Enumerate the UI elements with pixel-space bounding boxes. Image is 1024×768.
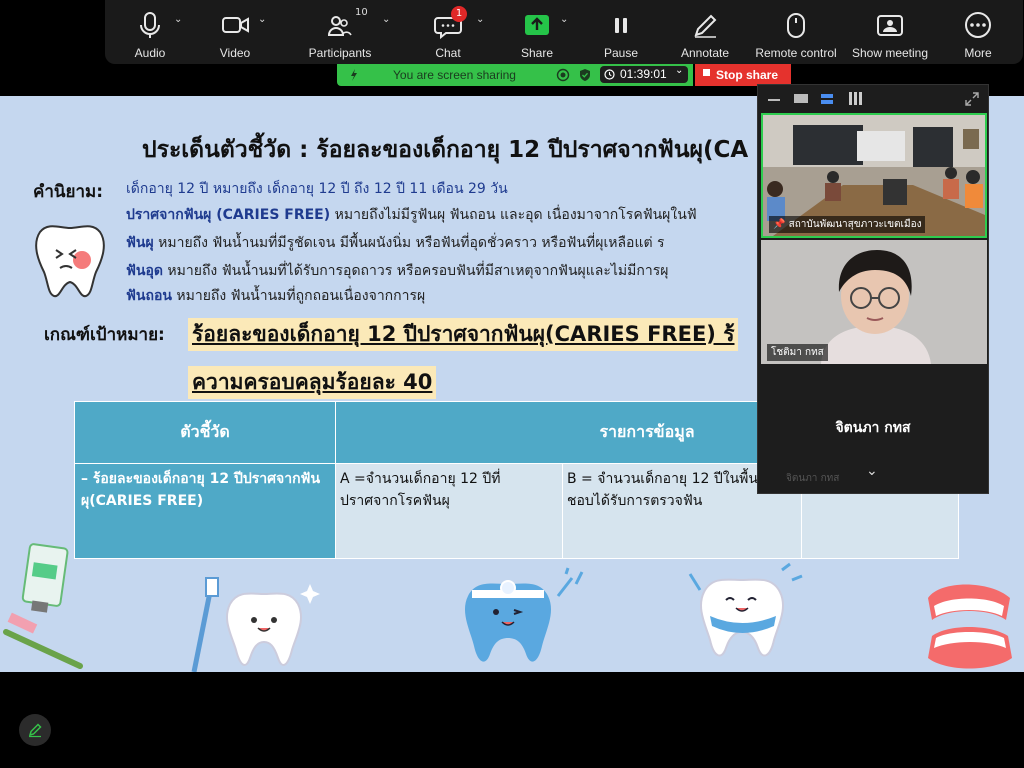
def-term-5: ฟันถอน — [126, 288, 172, 304]
tooth-with-brush-illustration — [191, 577, 320, 672]
video-button[interactable]: Video — [208, 6, 262, 62]
pause-label: Pause — [603, 46, 639, 60]
def-text-3: หมายถึง ฟันน้ำนมที่มีรูชัดเจน มีพื้นผนัง… — [153, 235, 665, 251]
drag-handle-icon[interactable] — [347, 68, 361, 82]
annotate-button[interactable]: Annotate — [675, 6, 735, 62]
def-text-5: หมายถึง ฟันน้ำนมที่ถูกถอนเนื่องจากการผุ — [171, 288, 426, 304]
hidden-participant-name: จิตนภา กทส — [786, 473, 840, 484]
participants-label: Participants — [308, 46, 372, 60]
annotate-label: Annotate — [680, 46, 730, 60]
table-cell-indicator: – ร้อยละของเด็กอายุ 12 ปีปราศจากฟันผุ(CA… — [74, 463, 336, 559]
screen-sharing-status: You are screen sharing — [393, 68, 516, 82]
standard-view-icon[interactable] — [821, 94, 833, 104]
dentures-illustration — [928, 584, 1012, 669]
def-text-1: เด็กอายุ 12 ปี ถึง 12 ปี 11 เดือน 29 วัน — [267, 181, 508, 197]
target-line-2: ความครอบคลุมร้อยละ 40 — [188, 366, 437, 399]
meeting-timer[interactable]: 01:39:01 ⌄ — [600, 65, 688, 83]
participants-count: 10 — [355, 7, 368, 18]
target-label: เกณฑ์เป้าหมาย: — [44, 325, 165, 345]
def-term-3: ฟันผุ — [126, 235, 154, 251]
chat-button[interactable]: 1 Chat — [421, 6, 475, 62]
more-label: More — [964, 46, 992, 60]
pencil-icon — [694, 14, 717, 38]
def-term-4: ฟันอุด — [126, 263, 163, 279]
definition-label: คำนิยาม: — [33, 182, 104, 202]
pause-icon — [615, 18, 627, 33]
show-meeting-icon — [877, 15, 903, 36]
more-button[interactable]: More — [951, 6, 1005, 62]
pause-button[interactable]: Pause — [593, 6, 649, 62]
chat-label: Chat — [435, 46, 461, 60]
video-gallery-panel[interactable]: 📌 สถาบันพัฒนาสุขภาวะเขตเมือง โชติมา กทส … — [757, 84, 989, 494]
participants-button[interactable]: 10 Participants — [305, 6, 375, 62]
table-cell-a: A =จำนวนเด็กอายุ 12 ปีที่ปราศจากโรคฟันผุ — [335, 463, 563, 559]
video-options-caret[interactable]: ⌄ — [258, 14, 266, 25]
video-label: Video — [219, 46, 251, 60]
happy-tooth-illustration — [688, 562, 803, 657]
toothpaste-toothbrush-illustration — [3, 543, 83, 669]
definition-line-5: ฟันถอน หมายถึง ฟันน้ำนมที่ถูกถอนเนื่องจา… — [126, 285, 425, 307]
pencil-icon — [28, 723, 42, 738]
table-header-indicator: ตัวชี้วัด — [74, 401, 336, 464]
timer-value: 01:39:01 — [620, 67, 667, 81]
show-meeting-button[interactable]: Show meeting — [848, 6, 932, 62]
slide-title: ประเด็นตัวชี้วัด : ร้อยละของเด็กอายุ 12 … — [142, 137, 749, 163]
video-camera-icon — [222, 17, 249, 33]
remote-control-button[interactable]: Remote control — [751, 6, 841, 62]
share-button[interactable]: Share — [509, 6, 565, 62]
def-text-4: หมายถึง ฟันน้ำนมที่ได้รับการอุดถาวร หรือ… — [162, 263, 669, 279]
share-options-caret[interactable]: ⌄ — [560, 14, 568, 25]
def-term-2: ปราศจากฟันผุ (CARIES FREE) — [126, 207, 331, 223]
audio-button[interactable]: Audio — [123, 6, 177, 62]
definition-line-3: ฟันผุ หมายถึง ฟันน้ำนมที่มีรูชัดเจน มีพื… — [126, 232, 665, 254]
gallery-view-icon[interactable] — [849, 92, 862, 105]
microphone-icon — [140, 12, 160, 38]
active-speaker-name: จิตนภา กทส — [835, 420, 911, 436]
tile1-name: สถาบันพัฒนาสุขภาวะเขตเมือง — [788, 219, 922, 230]
dentist-tooth-illustration — [464, 567, 584, 662]
clock-icon — [604, 69, 615, 80]
chevron-down-icon[interactable]: ⌄ — [866, 463, 878, 479]
def-text-2: หมายถึงไม่มีรูฟันผุ ฟันถอน และอุด เนื่อง… — [330, 207, 697, 223]
remote-control-label: Remote control — [755, 46, 837, 60]
chat-unread-badge: 1 — [451, 6, 467, 22]
stop-share-label: Stop share — [716, 68, 779, 82]
definition-line-4: ฟันอุด หมายถึง ฟันน้ำนมที่ได้รับการอุดถา… — [126, 260, 668, 282]
share-label: Share — [520, 46, 554, 60]
participant-name-room: 📌 สถาบันพัฒนาสุขภาวะเขตเมือง — [769, 216, 926, 233]
chevron-down-icon: ⌄ — [675, 65, 684, 76]
participant-video-room[interactable]: 📌 สถาบันพัฒนาสุขภาวะเขตเมือง — [761, 113, 987, 238]
crying-tooth-illustration — [35, 225, 105, 298]
target-line-1: ร้อยละของเด็กอายุ 12 ปีปราศจากฟันผุ(CARI… — [188, 318, 739, 351]
speaker-view-icon[interactable] — [794, 94, 808, 103]
security-shield-icon — [580, 69, 590, 81]
meeting-toolbar: Audio ⌄ Video ⌄ 10 Participants ⌄ 1 Chat… — [105, 0, 1023, 64]
screen-sharing-bar[interactable]: You are screen sharing 01:39:01 ⌄ — [337, 64, 693, 86]
pin-icon: 📌 — [773, 219, 786, 230]
show-meeting-label: Show meeting — [851, 46, 929, 60]
definition-line-1: เด็กอายุ 12 ปี หมายถึง เด็กอายุ 12 ปี ถึ… — [126, 178, 508, 200]
participant-video-speaker[interactable]: โชติมา กทส — [761, 240, 987, 364]
more-dots-icon — [965, 12, 991, 38]
minimize-icon[interactable] — [768, 99, 780, 101]
participants-options-caret[interactable]: ⌄ — [382, 14, 390, 25]
participant-name-speaker: โชติมา กทส — [767, 344, 828, 361]
chat-options-caret[interactable]: ⌄ — [476, 14, 484, 25]
record-status-icon — [556, 68, 570, 82]
audio-label: Audio — [134, 46, 166, 60]
stop-square-icon — [703, 69, 710, 76]
definition-line-2: ปราศจากฟันผุ (CARIES FREE) หมายถึงไม่มีร… — [126, 204, 697, 226]
mouse-icon — [787, 13, 805, 38]
stop-share-button[interactable]: Stop share — [695, 64, 791, 86]
expand-icon[interactable] — [964, 91, 980, 107]
audio-options-caret[interactable]: ⌄ — [174, 14, 182, 25]
floating-annotate-button[interactable] — [19, 714, 51, 746]
share-arrow-icon — [525, 15, 549, 35]
def-term-1: เด็กอายุ 12 ปี หมายถึง — [126, 181, 268, 197]
